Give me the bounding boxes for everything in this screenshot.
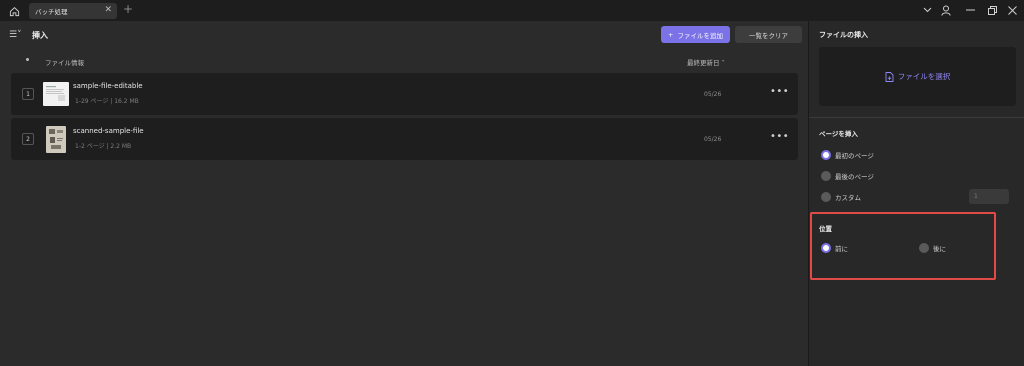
- page-title: 挿入: [32, 31, 48, 40]
- user-icon[interactable]: [939, 3, 953, 17]
- file-thumbnail: [46, 126, 66, 153]
- file-meta: 1-29 ページ | 16.2 MB: [75, 98, 139, 105]
- radio-first-page[interactable]: [821, 150, 831, 160]
- clear-list-button[interactable]: 一覧をクリア: [735, 26, 802, 43]
- file-thumbnail: [43, 82, 69, 106]
- file-add-icon: [885, 71, 894, 82]
- radio-custom-label: カスタム: [835, 194, 861, 202]
- title-bar: バッチ処理 ✕ +: [0, 0, 1024, 21]
- tab-batch[interactable]: バッチ処理 ✕: [29, 3, 117, 19]
- position-highlight-box: [810, 212, 996, 280]
- more-icon[interactable]: •••: [770, 86, 789, 97]
- insert-settings-panel: ファイルの挿入 ファイルを選択 ページを挿入 最初のページ 最後のページ カスタ…: [808, 21, 1024, 366]
- file-name: sample-file-editable: [73, 82, 143, 90]
- close-icon[interactable]: ✕: [104, 5, 112, 15]
- radio-last-page[interactable]: [821, 171, 831, 181]
- select-all-dot[interactable]: [26, 58, 29, 61]
- table-row[interactable]: 2 scanned-sample-file 1-2 ページ | 2.2 MB 0…: [11, 118, 798, 160]
- file-name: scanned-sample-file: [73, 127, 144, 135]
- radio-first-page-label: 最初のページ: [835, 152, 874, 160]
- plus-icon[interactable]: +: [123, 2, 133, 16]
- chevron-down-icon[interactable]: [920, 3, 934, 17]
- clear-list-label: 一覧をクリア: [749, 31, 788, 40]
- row-number: 2: [22, 133, 34, 145]
- close-icon[interactable]: [1005, 3, 1019, 17]
- table-row[interactable]: 1 sample-file-editable 1-29 ページ | 16.2 M…: [11, 73, 798, 115]
- divider: [809, 117, 1024, 118]
- menu-icon[interactable]: ☰˅: [9, 30, 22, 40]
- minimize-icon[interactable]: [963, 3, 977, 17]
- file-meta: 1-2 ページ | 2.2 MB: [75, 143, 132, 150]
- select-file-dropzone[interactable]: ファイルを選択: [819, 47, 1016, 106]
- column-last-modified[interactable]: 最終更新日 ˅: [687, 57, 725, 67]
- custom-page-input[interactable]: 1: [969, 189, 1009, 204]
- tab-label: バッチ処理: [35, 8, 68, 16]
- more-icon[interactable]: •••: [770, 131, 789, 142]
- file-date: 05/26: [704, 91, 722, 98]
- select-file-label: ファイルを選択: [897, 72, 951, 81]
- main-area: ☰˅ 挿入 + ファイルを追加 一覧をクリア ファイル情報 最終更新日 ˅ 1 …: [0, 21, 808, 366]
- plus-icon: +: [668, 30, 674, 39]
- insert-page-title: ページを挿入: [819, 130, 858, 138]
- home-icon[interactable]: [6, 3, 22, 19]
- radio-last-page-label: 最後のページ: [835, 173, 874, 181]
- add-file-label: ファイルを追加: [677, 31, 723, 40]
- column-file-info: ファイル情報: [45, 59, 84, 67]
- panel-title: ファイルの挿入: [819, 31, 868, 39]
- radio-custom[interactable]: [821, 192, 831, 202]
- restore-icon[interactable]: [985, 3, 999, 17]
- row-number: 1: [22, 88, 34, 100]
- file-date: 05/26: [704, 136, 722, 143]
- add-file-button[interactable]: + ファイルを追加: [661, 26, 730, 43]
